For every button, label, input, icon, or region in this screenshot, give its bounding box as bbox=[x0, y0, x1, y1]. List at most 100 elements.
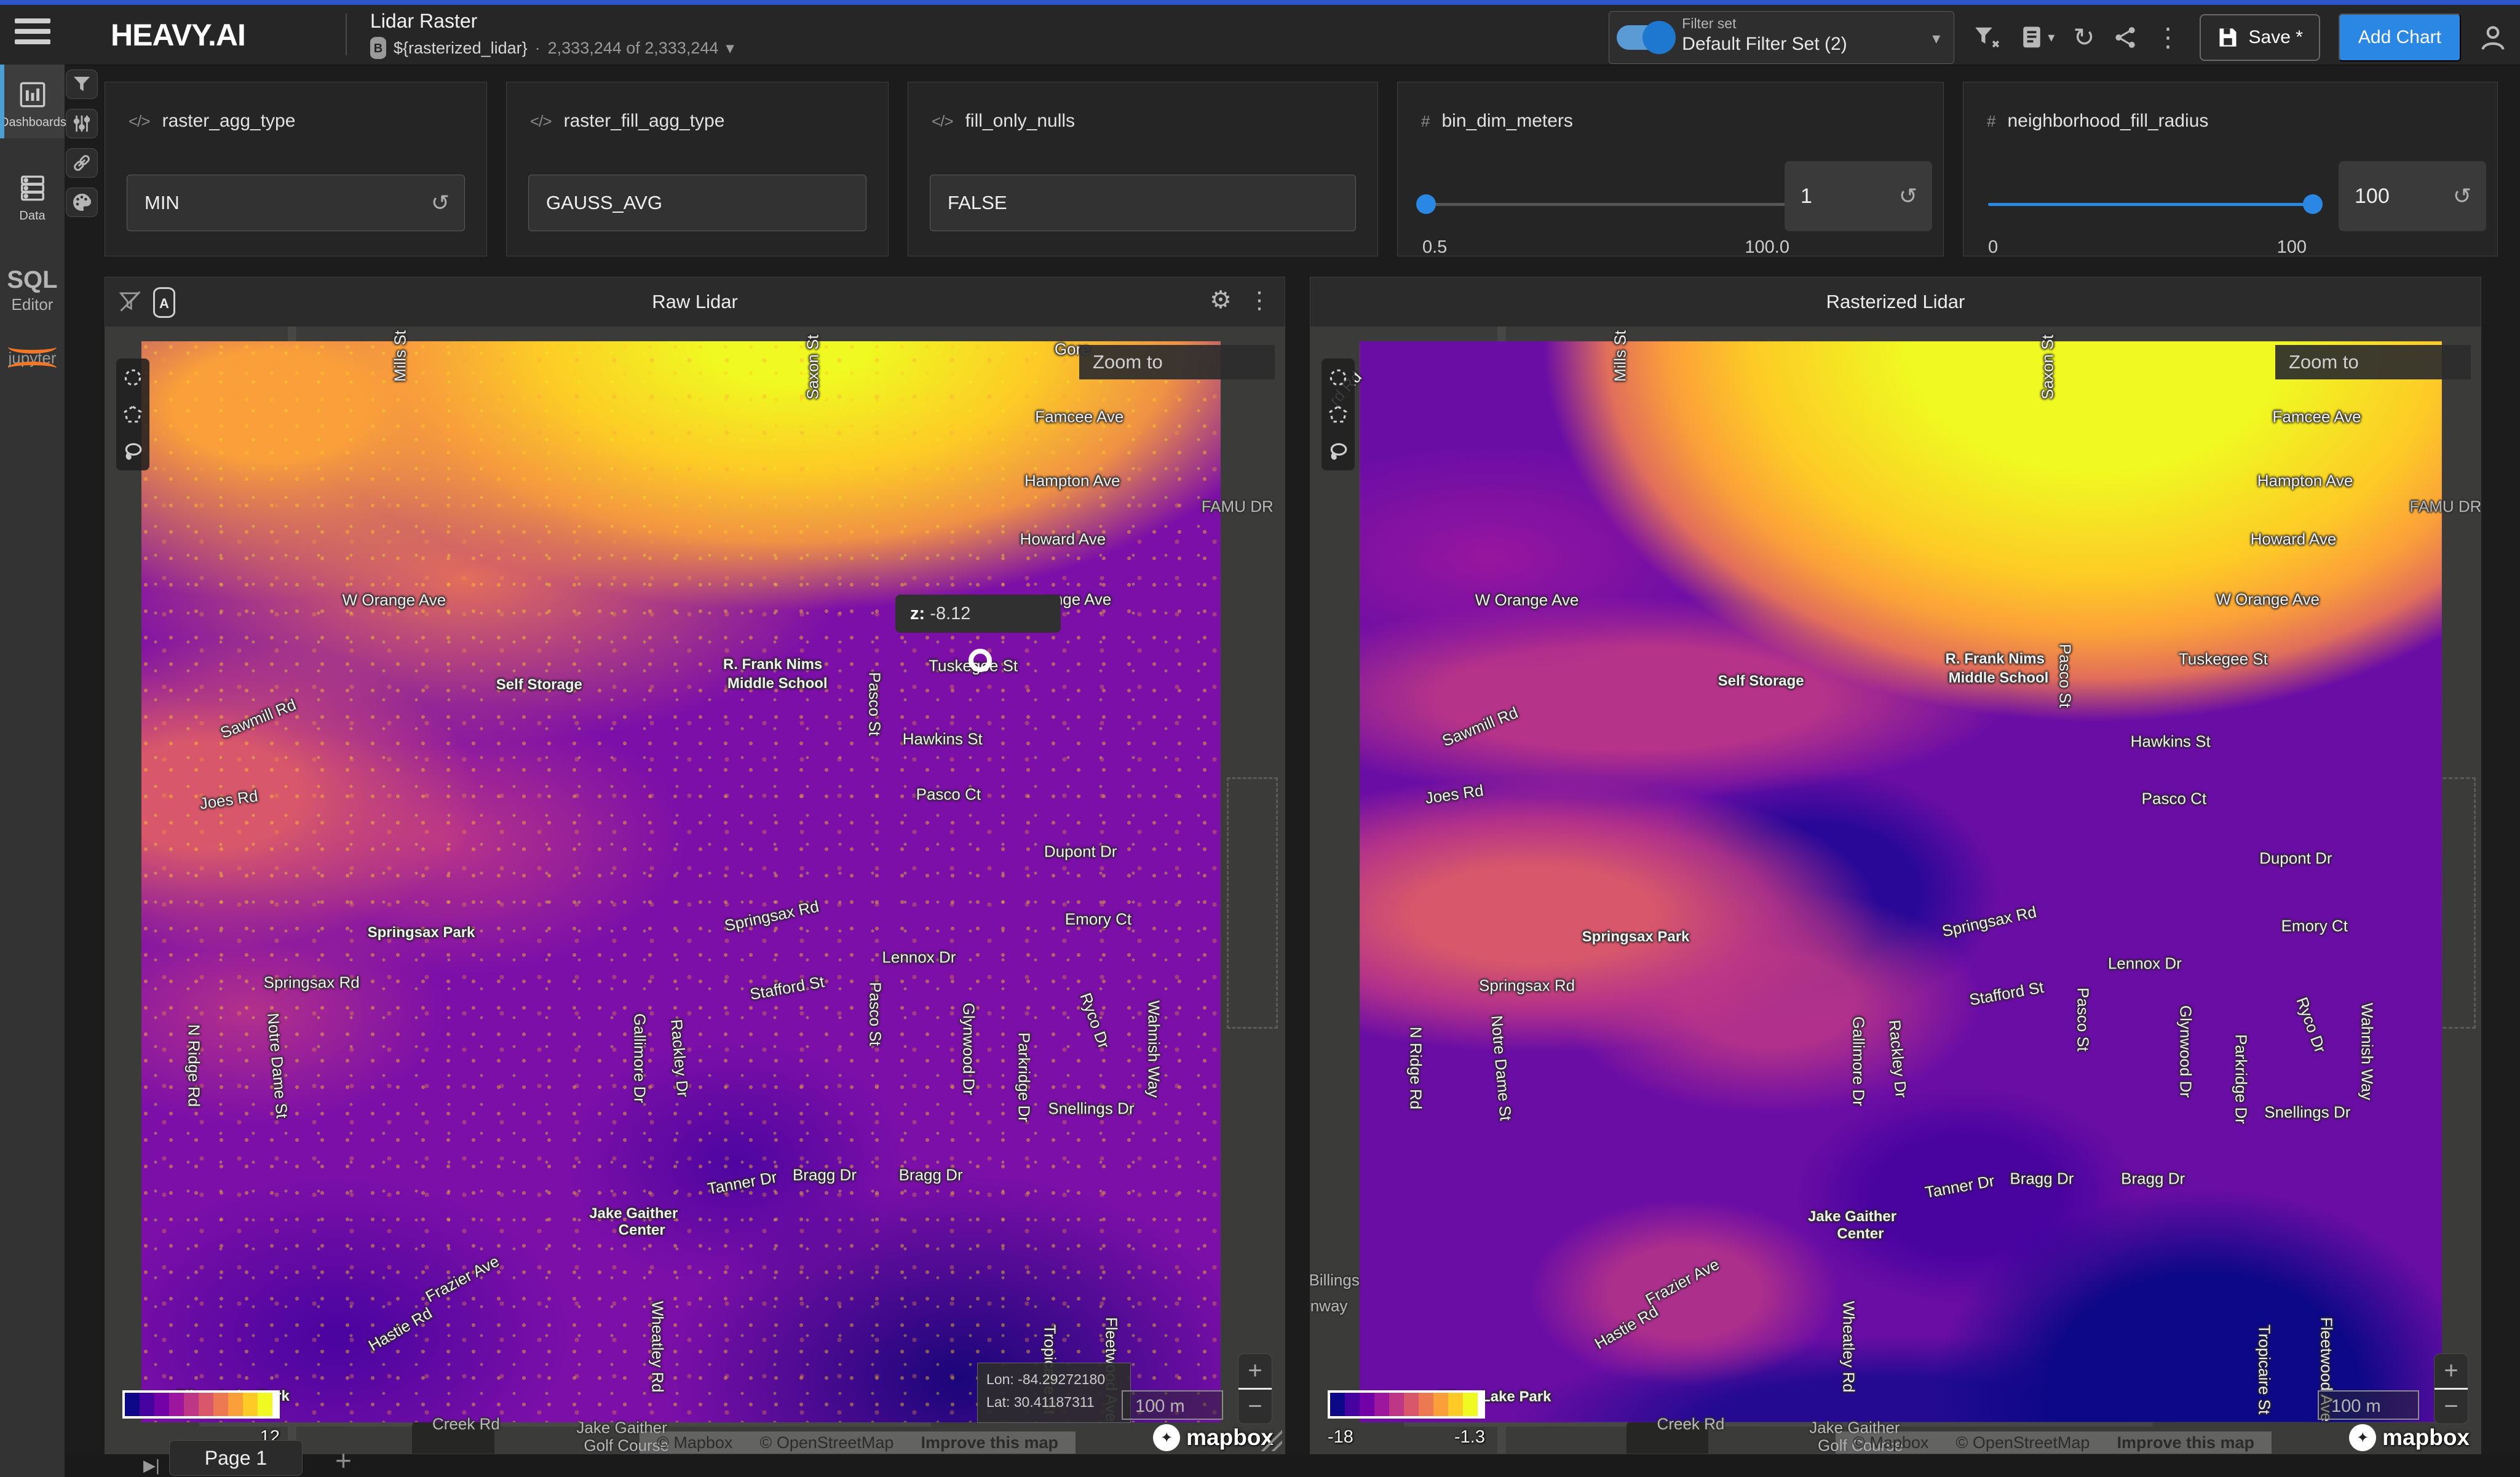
map-label: Springsax Rd bbox=[1479, 976, 1575, 996]
parameters-tab-button[interactable] bbox=[66, 109, 98, 138]
circle-select-icon[interactable] bbox=[1328, 367, 1349, 388]
dashboard-title[interactable]: Lidar Raster bbox=[370, 10, 477, 33]
legend-swatch bbox=[1419, 1393, 1433, 1416]
improve-map-link[interactable]: Improve this map bbox=[2117, 1433, 2254, 1452]
map-label: Howard Ave bbox=[1020, 530, 1106, 549]
save-button[interactable]: Save * bbox=[2200, 14, 2320, 61]
filter-set-dropdown[interactable]: Filter set Default Filter Set (2) ▾ bbox=[1609, 11, 1954, 64]
sidebar-item-sql-editor[interactable]: SQL Editor bbox=[0, 266, 65, 314]
map-label: Pasco St bbox=[865, 672, 884, 736]
theme-palette-tab-button[interactable] bbox=[66, 188, 98, 217]
chevron-down-icon[interactable]: ▾ bbox=[2048, 30, 2054, 46]
filters-tab-button[interactable] bbox=[66, 69, 98, 99]
slider-thumb[interactable] bbox=[2303, 194, 2323, 214]
chevron-down-icon[interactable]: ▾ bbox=[1932, 29, 1940, 48]
map-selection-tools bbox=[1321, 358, 1355, 470]
raster-agg-type-input[interactable]: MIN ↺ bbox=[127, 175, 465, 231]
dashboard-source-row[interactable]: B ${rasterized_lidar} · 2,333,244 of 2,3… bbox=[370, 37, 734, 59]
mapbox-logo[interactable]: ✦ mapbox bbox=[2349, 1424, 2470, 1451]
sidebar-item-jupyter[interactable]: jupyter bbox=[0, 343, 65, 374]
card-title: neighborhood_fill_radius bbox=[2007, 111, 2208, 132]
card-bin-dim-meters: #bin_dim_meters 0.5 100.0 1 ↺ bbox=[1397, 82, 1944, 256]
legend-swatch bbox=[184, 1393, 199, 1416]
user-account-icon[interactable] bbox=[2479, 24, 2506, 51]
reset-icon[interactable]: ↺ bbox=[1899, 161, 1917, 231]
add-chart-button[interactable]: Add Chart bbox=[2339, 14, 2461, 61]
clear-filters-icon[interactable] bbox=[1973, 25, 2001, 50]
dashboard-footer: ▶| Page 1 + bbox=[65, 1454, 2520, 1477]
map-label: Hawkins St bbox=[903, 729, 983, 748]
map-label: Jake Gaither bbox=[1808, 1208, 1896, 1226]
lasso-select-icon[interactable] bbox=[1328, 441, 1349, 462]
data-manager-icon bbox=[18, 194, 47, 205]
mapbox-credit[interactable]: © Mapbox bbox=[1853, 1433, 1928, 1452]
polygon-select-icon[interactable] bbox=[122, 404, 143, 425]
color-legend[interactable]: 12 bbox=[122, 1390, 280, 1447]
skip-to-end-icon[interactable]: ▶| bbox=[143, 1456, 160, 1475]
legend-swatch bbox=[1360, 1393, 1374, 1416]
map-label: Famcee Ave bbox=[2273, 407, 2361, 426]
filter-set-toggle[interactable] bbox=[1617, 25, 1673, 50]
legend-swatch bbox=[154, 1393, 169, 1416]
slider-thumb[interactable] bbox=[1416, 194, 1436, 214]
lasso-select-icon[interactable] bbox=[122, 441, 143, 462]
zoom-out-button[interactable]: − bbox=[1238, 1390, 1272, 1424]
fill-radius-slider[interactable] bbox=[1988, 203, 2313, 206]
legend-swatch bbox=[1404, 1393, 1419, 1416]
map-label: Creek Rd bbox=[432, 1415, 500, 1434]
osm-credit[interactable]: © OpenStreetMap bbox=[759, 1433, 893, 1452]
card-raster-fill-agg-type: </>raster_fill_agg_type GAUSS_AVG bbox=[506, 82, 889, 256]
map-label: Howard Ave bbox=[2251, 530, 2337, 549]
zoom-to-button[interactable]: Zoom to bbox=[1079, 345, 1275, 379]
osm-credit[interactable]: © OpenStreetMap bbox=[1955, 1433, 2090, 1452]
map-scale: 100 m bbox=[1122, 1390, 1223, 1420]
reset-icon[interactable]: ↺ bbox=[431, 175, 450, 231]
polygon-select-icon[interactable] bbox=[1328, 404, 1349, 425]
fill-only-nulls-input[interactable]: FALSE bbox=[930, 175, 1356, 231]
kebab-menu-icon[interactable]: ⋮ bbox=[1248, 287, 1271, 314]
color-legend[interactable]: -18 -1.3 bbox=[1328, 1390, 1485, 1447]
circle-select-icon[interactable] bbox=[122, 367, 143, 388]
map-label: Bragg Dr bbox=[899, 1166, 963, 1185]
z-value-tooltip: z: -8.12 bbox=[895, 595, 1061, 633]
improve-map-link[interactable]: Improve this map bbox=[921, 1433, 1058, 1452]
legend-swatch bbox=[125, 1393, 140, 1416]
slider-max-label: 100.0 bbox=[1745, 237, 1789, 258]
panel-header: A Raw Lidar ⚙ ⋮ bbox=[105, 277, 1285, 327]
add-page-icon[interactable]: + bbox=[335, 1444, 352, 1477]
kebab-menu-icon[interactable]: ⋮ bbox=[2155, 22, 2181, 52]
map-label: Lennox Dr bbox=[2108, 954, 2182, 973]
gear-icon[interactable]: ⚙ bbox=[1210, 286, 1232, 314]
app-header: HEAVY.AI Lidar Raster B ${rasterized_lid… bbox=[0, 5, 2520, 65]
raster-fill-agg-type-input[interactable]: GAUSS_AVG bbox=[528, 175, 866, 231]
middot: · bbox=[535, 39, 541, 58]
raw-lidar-map[interactable]: Zoom to z: -8.12 12 Lon: -84.29272180 La… bbox=[105, 327, 1285, 1454]
share-icon[interactable] bbox=[2114, 26, 2137, 49]
card-title: fill_only_nulls bbox=[965, 111, 1075, 132]
annotations-icon[interactable]: ▾ bbox=[2019, 25, 2054, 50]
map-label: Dupont Dr bbox=[1044, 842, 1117, 861]
zoom-out-button[interactable]: − bbox=[2435, 1390, 2468, 1424]
heavyai-logo: HEAVY.AI bbox=[111, 17, 245, 53]
hamburger-menu-icon[interactable] bbox=[15, 18, 50, 50]
zoom-in-button[interactable]: + bbox=[2435, 1354, 2468, 1388]
mapbox-credit[interactable]: © Mapbox bbox=[657, 1433, 732, 1452]
page-indicator[interactable]: Page 1 bbox=[169, 1440, 303, 1476]
zoom-in-button[interactable]: + bbox=[1238, 1354, 1272, 1388]
bin-dim-value-box[interactable]: 1 ↺ bbox=[1785, 161, 1932, 231]
bin-dim-slider[interactable] bbox=[1422, 203, 1789, 206]
legend-swatch bbox=[228, 1393, 243, 1416]
map-label: Creek Rd bbox=[1657, 1415, 1725, 1434]
sidebar-item-dashboards[interactable]: Dashboards bbox=[0, 65, 65, 138]
refresh-icon[interactable]: ↻ bbox=[2073, 22, 2094, 52]
rasterized-lidar-map[interactable]: Zoom to -18 -1.3 100 m + − © Mapbox © Op… bbox=[1310, 327, 2481, 1454]
reset-icon[interactable]: ↺ bbox=[2453, 161, 2471, 231]
sidebar-item-data[interactable]: Data bbox=[0, 157, 65, 229]
links-tab-button[interactable] bbox=[66, 148, 98, 178]
map-label: Mills St bbox=[1611, 330, 1630, 382]
mapbox-logo[interactable]: ✦ mapbox bbox=[1153, 1424, 1274, 1451]
zoom-to-button[interactable]: Zoom to bbox=[2275, 345, 2471, 379]
map-scale: 100 m bbox=[2318, 1390, 2419, 1420]
fill-radius-value-box[interactable]: 100 ↺ bbox=[2339, 161, 2486, 231]
chevron-down-icon[interactable]: ▾ bbox=[726, 39, 734, 58]
